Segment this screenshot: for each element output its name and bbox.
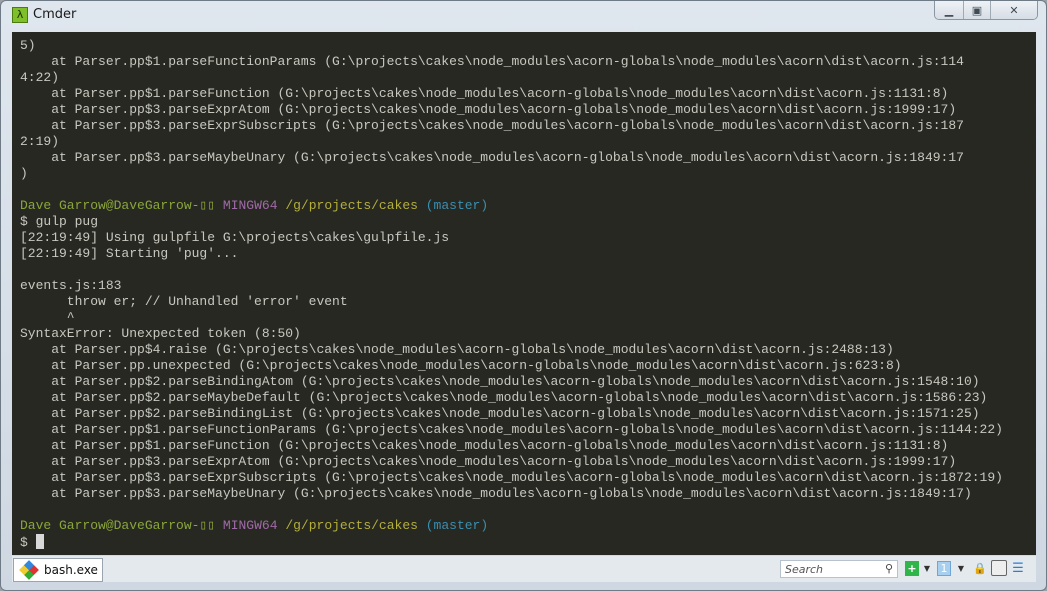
- terminal-text: at Parser.pp$1.parseFunctionParams (G:\p…: [20, 422, 1003, 437]
- terminal-line: at Parser.pp$1.parseFunctionParams (G:\p…: [20, 422, 1003, 438]
- terminal-line: SyntaxError: Unexpected token (8:50): [20, 326, 1003, 342]
- window-title: Cmder: [33, 7, 77, 22]
- terminal-line: 5): [20, 38, 1003, 54]
- terminal-line: [22:19:49] Starting 'pug'...: [20, 246, 1003, 262]
- text-cursor: [35, 534, 44, 549]
- terminal-text: at Parser.pp$3.parseExprSubscripts (G:\p…: [20, 118, 964, 133]
- terminal-line: ^: [20, 310, 1003, 326]
- title-bar[interactable]: λ Cmder ▁ ▣ ✕: [1, 1, 1046, 31]
- terminal-text: 2:19): [20, 134, 60, 149]
- terminal-text: at Parser.pp$1.parseFunction (G:\project…: [20, 438, 949, 453]
- terminal-text: [22:19:49] Starting 'pug'...: [20, 246, 239, 261]
- terminal-text: at Parser.pp$3.parseMaybeUnary (G:\proje…: [20, 486, 972, 501]
- status-bar: bash.exe Search ⚲ + ▼ 1 ▼ 🔒 ☰: [12, 556, 1036, 582]
- maximize-icon: ▣: [971, 3, 983, 17]
- terminal-line: throw er; // Unhandled 'error' event: [20, 294, 1003, 310]
- cmder-window: λ Cmder ▁ ▣ ✕ 5) at Parser.pp$1.parseFun…: [0, 0, 1047, 591]
- terminal-line: at Parser.pp$3.parseExprSubscripts (G:\p…: [20, 118, 1003, 134]
- terminal-text: at Parser.pp$2.parseMaybeDefault (G:\pro…: [20, 390, 988, 405]
- terminal-text: throw er; // Unhandled 'error' event: [20, 294, 348, 309]
- terminal-line: ): [20, 166, 1003, 182]
- terminal-text: at Parser.pp$3.parseExprAtom (G:\project…: [20, 454, 957, 469]
- search-box[interactable]: Search ⚲: [780, 560, 898, 578]
- terminal-text: at Parser.pp$1.parseFunctionParams (G:\p…: [20, 54, 964, 69]
- prompt-path: /g/projects/cakes: [285, 518, 426, 533]
- terminal-line: at Parser.pp$3.parseExprAtom (G:\project…: [20, 454, 1003, 470]
- new-console-icon[interactable]: +: [905, 561, 919, 576]
- terminal-line: at Parser.pp$2.parseMaybeDefault (G:\pro…: [20, 390, 1003, 406]
- terminal-text: at Parser.pp$3.parseExprSubscripts (G:\p…: [20, 470, 1003, 485]
- terminal-text: $: [20, 535, 36, 550]
- terminal-line: Dave Garrow@DaveGarrow-▯▯ MINGW64 /g/pro…: [20, 198, 1003, 214]
- terminal-line: at Parser.pp$3.parseExprAtom (G:\project…: [20, 102, 1003, 118]
- terminal-text: $ gulp pug: [20, 214, 99, 229]
- terminal-line: at Parser.pp$3.parseExprSubscripts (G:\p…: [20, 470, 1003, 486]
- prompt-path: /g/projects/cakes: [285, 198, 426, 213]
- terminal-text: ): [20, 166, 28, 181]
- tab-label: bash.exe: [44, 563, 98, 577]
- terminal-line: $ gulp pug: [20, 214, 1003, 230]
- terminal-text: events.js:183: [20, 278, 122, 293]
- terminal-line: at Parser.pp$3.parseMaybeUnary (G:\proje…: [20, 150, 1003, 166]
- terminal-text: at Parser.pp$4.raise (G:\projects\cakes\…: [20, 342, 894, 357]
- terminal-text: at Parser.pp$1.parseFunction (G:\project…: [20, 86, 949, 101]
- window-controls: ▁ ▣ ✕: [934, 1, 1038, 20]
- terminal-line: $: [20, 534, 1003, 550]
- terminal-output[interactable]: 5) at Parser.pp$1.parseFunctionParams (G…: [12, 32, 1036, 555]
- prompt-user: Dave Garrow@DaveGarrow-▯▯: [20, 518, 223, 533]
- terminal-text: 4:22): [20, 70, 60, 85]
- terminal-line: 4:22): [20, 70, 1003, 86]
- terminal-lines: 5) at Parser.pp$1.parseFunctionParams (G…: [20, 38, 1003, 550]
- close-button[interactable]: ✕: [990, 1, 1037, 19]
- close-icon: ✕: [1009, 3, 1019, 17]
- menu-icon[interactable]: ☰: [1012, 561, 1024, 576]
- terminal-text: [22:19:49] Using gulpfile G:\projects\ca…: [20, 230, 450, 245]
- terminal-text: at Parser.pp$2.parseBindingList (G:\proj…: [20, 406, 980, 421]
- search-placeholder: Search: [785, 562, 824, 576]
- prompt-host: MINGW64: [222, 518, 286, 533]
- terminal-text: at Parser.pp$2.parseBindingAtom (G:\proj…: [20, 374, 980, 389]
- prompt-user: Dave Garrow@DaveGarrow-▯▯: [20, 198, 223, 213]
- git-bash-icon: [19, 560, 39, 580]
- terminal-text: at Parser.pp$3.parseMaybeUnary (G:\proje…: [20, 150, 964, 165]
- terminal-line: Dave Garrow@DaveGarrow-▯▯ MINGW64 /g/pro…: [20, 518, 1003, 534]
- terminal-line: at Parser.pp$1.parseFunction (G:\project…: [20, 86, 1003, 102]
- tab-list-dropdown-icon[interactable]: ▼: [956, 561, 966, 576]
- tab-bash[interactable]: bash.exe: [13, 558, 103, 582]
- terminal-line: at Parser.pp$2.parseBindingList (G:\proj…: [20, 406, 1003, 422]
- search-icon: ⚲: [884, 562, 893, 575]
- terminal-line: at Parser.pp$1.parseFunction (G:\project…: [20, 438, 1003, 454]
- split-view-icon[interactable]: [991, 560, 1007, 576]
- terminal-text: ^: [20, 310, 75, 325]
- terminal-line: at Parser.pp$2.parseBindingAtom (G:\proj…: [20, 374, 1003, 390]
- terminal-text: SyntaxError: Unexpected token (8:50): [20, 326, 301, 341]
- terminal-text: at Parser.pp$3.parseExprAtom (G:\project…: [20, 102, 957, 117]
- terminal-line: [22:19:49] Using gulpfile G:\projects\ca…: [20, 230, 1003, 246]
- tab-list-icon[interactable]: 1: [937, 561, 951, 576]
- prompt-branch: (master): [425, 518, 489, 533]
- terminal-line: at Parser.pp.unexpected (G:\projects\cak…: [20, 358, 1003, 374]
- terminal-line: at Parser.pp$4.raise (G:\projects\cakes\…: [20, 342, 1003, 358]
- terminal-line: at Parser.pp$1.parseFunctionParams (G:\p…: [20, 54, 1003, 70]
- maximize-button[interactable]: ▣: [963, 1, 990, 19]
- lambda-icon[interactable]: λ: [12, 7, 28, 23]
- terminal-line: 2:19): [20, 134, 1003, 150]
- prompt-branch: (master): [425, 198, 489, 213]
- terminal-text: 5): [20, 38, 36, 53]
- terminal-text: at Parser.pp.unexpected (G:\projects\cak…: [20, 358, 902, 373]
- terminal-line: at Parser.pp$3.parseMaybeUnary (G:\proje…: [20, 486, 1003, 502]
- lock-icon[interactable]: 🔒: [973, 561, 987, 576]
- terminal-line: events.js:183: [20, 278, 1003, 294]
- new-console-dropdown-icon[interactable]: ▼: [922, 561, 932, 576]
- prompt-host: MINGW64: [222, 198, 286, 213]
- minimize-icon: ▁: [944, 3, 954, 17]
- minimize-button[interactable]: ▁: [935, 1, 963, 19]
